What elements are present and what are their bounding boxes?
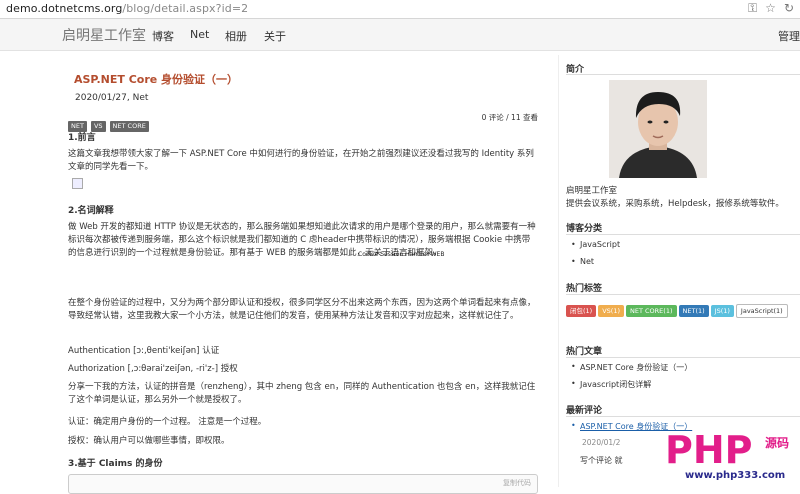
paragraph: 分享一下我的方法，认证的拼音是（renzheng），其中 zheng 包含 en… <box>68 382 536 405</box>
article-tags: NET VS NET CORE <box>68 113 153 132</box>
intro-desc: 提供会议系统，采购系统，Helpdesk，报修系统等软件。 <box>566 199 784 209</box>
address-bar[interactable]: demo.dotnetcms.org/blog/detail.aspx?id=2… <box>0 0 800 19</box>
divider <box>566 294 800 295</box>
divider <box>566 357 800 358</box>
code-block: 复制代码 <box>68 474 538 494</box>
article-meta: 0 评论 / 11 查看 <box>481 113 538 122</box>
tag-cloud: 闭包(1) VS(1) NET CORE(1) NET(1) JS(1) JavaScri… <box>566 298 800 321</box>
category-link[interactable]: Net <box>571 257 594 266</box>
nav-link-blog[interactable]: 博客 <box>152 28 174 44</box>
popular-post-link[interactable]: Javascript闭包详解 <box>571 379 651 390</box>
key-icon[interactable]: ⚿ <box>748 1 757 15</box>
section-heading: 2.名词解释 <box>68 206 114 216</box>
url-text[interactable]: demo.dotnetcms.org/blog/detail.aspx?id=2 <box>6 2 248 15</box>
paragraph: Authorization [,ɔ:θərai'zeiʃən, -ri'z-] … <box>68 364 238 374</box>
tag-pill[interactable]: VS(1) <box>598 305 624 317</box>
watermark: PHP 源码 www.php333.com <box>585 428 800 487</box>
avatar <box>609 80 707 178</box>
nav-link-net[interactable]: Net <box>190 28 209 41</box>
article-tag[interactable]: NET CORE <box>109 121 149 132</box>
article-title[interactable]: ASP.NET Core 身份验证（一） <box>74 71 238 87</box>
site-navbar: 启明星工作室 博客 Net 相册 关于 管理 <box>0 19 800 51</box>
tag-pill[interactable]: NET(1) <box>678 305 709 317</box>
star-icon[interactable]: ☆ <box>765 1 776 15</box>
article-date: 2020/01/27, Net <box>75 93 149 103</box>
intro-name: 启明星工作室 <box>566 186 618 196</box>
sidebar-heading-tags: 热门标签 <box>566 284 603 294</box>
paragraph: 在整个身份验证的过程中，又分为两个部分即认证和授权，很多同学区分不出来这两个东西… <box>68 298 536 321</box>
sidebar-heading-popular: 热门文章 <box>566 347 603 357</box>
watermark-sub: 源码 <box>765 436 790 450</box>
nav-link-about[interactable]: 关于 <box>264 28 286 44</box>
refresh-icon[interactable]: ↻ <box>784 1 794 15</box>
column-divider <box>558 55 559 487</box>
section-heading: 1.前言 <box>68 133 96 143</box>
divider <box>566 416 800 417</box>
category-link[interactable]: JavaScript <box>571 240 620 249</box>
watermark-url: www.php333.com <box>685 470 786 481</box>
paragraph: 这篇文章我想带领大家了解一下 ASP.NET Core 中如何进行的身份验证，在… <box>68 149 534 172</box>
popular-post-link[interactable]: ASP.NET Core 身份验证（一） <box>571 362 692 373</box>
paragraph: 授权：确认用户可以做哪些事情，即权限。 <box>68 436 230 446</box>
nav-link-admin[interactable]: 管理 <box>778 28 800 44</box>
tag-pill[interactable]: NET CORE(1) <box>626 305 677 317</box>
divider <box>566 74 800 75</box>
tag-pill[interactable]: JS(1) <box>710 305 734 317</box>
paragraph: 认证：确定用户身份的一个过程。 注意是一个过程。 <box>68 417 267 427</box>
sidebar-heading-comments: 最新评论 <box>566 406 603 416</box>
paragraph: Authentication [ɔ:,θenti'keiʃən] 认证 <box>68 346 220 356</box>
nav-link-album[interactable]: 相册 <box>225 28 247 44</box>
text-overlay: Cookie Session Handler WEB <box>358 251 445 258</box>
paragraph: 做 Web 开发的都知道 HTTP 协议是无状态的，那么服务端如果想知道此次请求… <box>68 222 536 258</box>
section-heading: 3.基于 Claims 的身份 <box>68 459 163 469</box>
brand-title[interactable]: 启明星工作室 <box>62 25 146 45</box>
tag-pill[interactable]: 闭包(1) <box>566 305 597 317</box>
divider <box>566 234 800 235</box>
broken-image-icon <box>72 178 83 189</box>
tag-pill[interactable]: JavaScript(1) <box>735 304 788 318</box>
sidebar-heading-categories: 博客分类 <box>566 224 603 234</box>
watermark-logo: PHP <box>665 428 753 472</box>
